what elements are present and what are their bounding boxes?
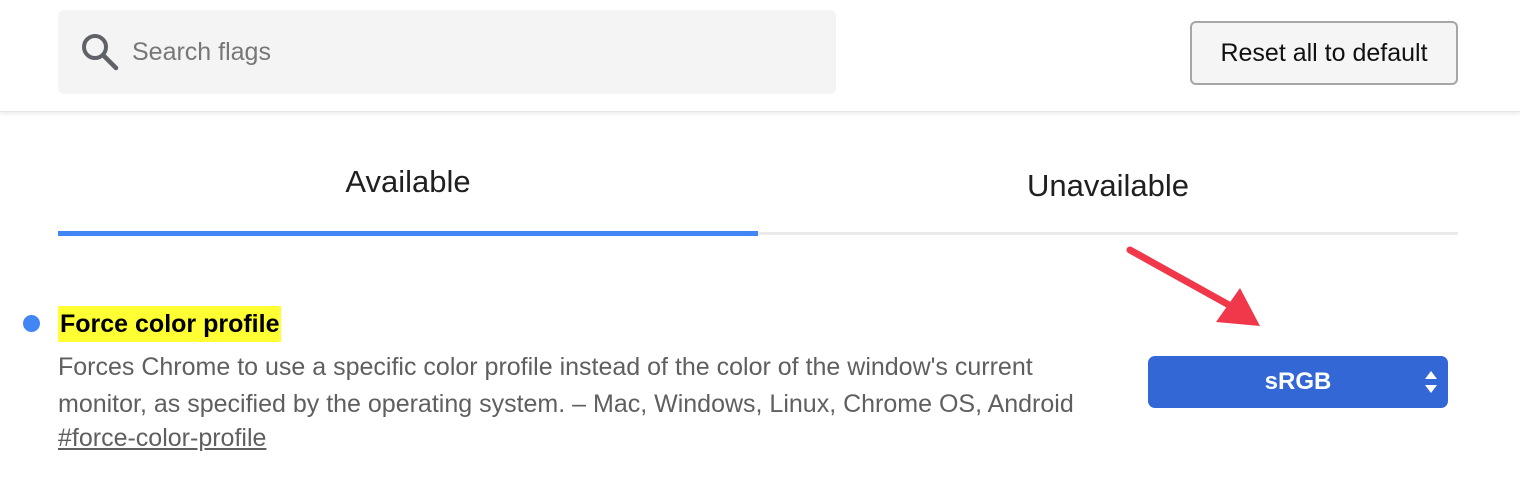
tab-divider <box>758 232 1458 235</box>
tab-unavailable[interactable]: Unavailable <box>758 150 1458 236</box>
flag-title: Force color profile <box>58 306 282 342</box>
reset-all-button[interactable]: Reset all to default <box>1190 21 1458 85</box>
flag-select-value: sRGB <box>1264 368 1332 395</box>
header-bar: Reset all to default <box>0 0 1520 112</box>
search-input[interactable] <box>132 30 812 74</box>
flag-permalink[interactable]: #force-color-profile <box>58 424 266 453</box>
active-tab-indicator <box>58 231 758 236</box>
select-arrows-icon <box>1425 371 1437 393</box>
tab-unavailable-label: Unavailable <box>1027 168 1189 203</box>
search-box[interactable] <box>58 10 836 94</box>
annotation-arrow-icon <box>1126 246 1260 326</box>
flag-modified-dot <box>23 315 40 332</box>
flag-option-select[interactable]: sRGB <box>1148 356 1448 408</box>
search-icon <box>82 34 119 71</box>
flag-description: Forces Chrome to use a specific color pr… <box>58 353 1074 418</box>
tab-strip: Available Unavailable <box>58 150 1458 236</box>
tab-available[interactable]: Available <box>58 150 758 236</box>
tab-available-label: Available <box>345 164 471 199</box>
